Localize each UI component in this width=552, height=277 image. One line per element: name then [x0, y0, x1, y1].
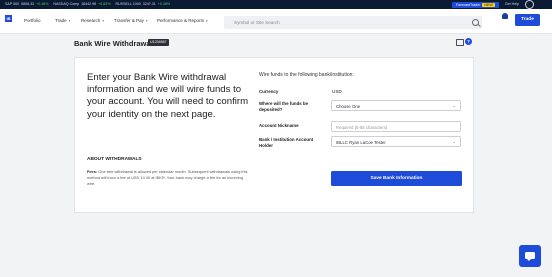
fees-label: Fees: — [87, 169, 98, 174]
currency-value: USD — [332, 89, 342, 94]
print-icon[interactable] — [456, 39, 464, 46]
search-icon — [472, 19, 479, 26]
withdrawal-card: Enter your Bank Wire withdrawal informat… — [74, 57, 474, 213]
chevron-down-icon: ⌄ — [452, 103, 456, 108]
get-help-link[interactable]: Get Help — [505, 0, 519, 9]
fees-text: One free withdrawal is allowed per calen… — [87, 169, 248, 187]
save-bank-information-button[interactable]: Save Bank Information — [331, 171, 462, 186]
account-badge: U1234567 — [148, 39, 169, 46]
trade-button[interactable]: Trade — [515, 14, 540, 26]
ticker-item[interactable]: S&P 500 5808.33 +0.48% — [5, 0, 48, 9]
ticker-change: +0.83% — [98, 2, 111, 6]
forecast-trader-button[interactable]: ForecastTrader NEW — [451, 1, 499, 8]
form-heading: Wire funds to the following bank/institu… — [259, 72, 354, 78]
nav-item-label: Performance & Reports — [157, 18, 205, 23]
nav-item-transfer-pay[interactable]: Transfer & Pay ▾ — [114, 18, 148, 23]
ticker-value: 18442.98 — [81, 2, 97, 6]
chevron-down-icon: ⌄ — [452, 139, 456, 144]
account-holder-value: IBLLC Ryan LaCoe Tester — [336, 139, 386, 145]
ticker-change: +0.48% — [157, 2, 171, 6]
page-title: Bank Wire Withdrawal — [74, 39, 153, 48]
help-icon[interactable]: ? — [465, 38, 472, 45]
chevron-down-icon: ▾ — [206, 18, 208, 23]
market-ticker-bar: S&P 500 5808.33 +0.48% NASDAQ Comp 18442… — [0, 0, 552, 9]
bell-icon[interactable] — [502, 13, 508, 19]
new-badge: NEW — [482, 2, 495, 7]
chat-bubble-icon — [525, 252, 535, 261]
nav-item-research[interactable]: Research ▾ — [81, 18, 104, 23]
deposit-select[interactable]: Choose One ⌄ — [331, 100, 461, 111]
forecast-trader-label: ForecastTrader — [455, 2, 481, 7]
nav-item-label: Research — [81, 18, 101, 23]
chevron-down-icon: ▾ — [102, 18, 105, 23]
main-nav: IB Portfolio Trade ▾ Research ▾ Transfer… — [0, 9, 552, 34]
intro-text: Enter your Bank Wire withdrawal informat… — [87, 72, 249, 120]
user-icon[interactable] — [525, 0, 534, 9]
fees-note: Fees: One free withdrawal is allowed per… — [87, 169, 252, 188]
holder-label: Bank / Institution Account Holder — [259, 137, 314, 148]
search-placeholder: Symbol or Site Search — [234, 20, 280, 25]
brand-logo[interactable]: IB — [5, 15, 12, 22]
nav-item-performance-reports[interactable]: Performance & Reports ▾ — [157, 18, 208, 23]
chevron-down-icon: ▾ — [68, 18, 71, 23]
nav-item-label: Trade — [55, 18, 67, 23]
account-holder-select[interactable]: IBLLC Ryan LaCoe Tester ⌄ — [331, 136, 461, 147]
chat-button[interactable] — [519, 245, 541, 267]
ticker-item[interactable]: NASDAQ Comp 18442.98 +0.83% — [53, 0, 110, 9]
account-nickname-input[interactable]: Required (5-55 characters) — [331, 121, 461, 132]
ticker-item[interactable]: RUSSELL 1000 3247.31 +0.48% — [115, 0, 170, 9]
chevron-down-icon: ▾ — [145, 18, 148, 23]
nav-item-label: Portfolio — [24, 18, 41, 23]
ticker-name: NASDAQ Comp — [53, 2, 80, 6]
nav-item-label: Transfer & Pay — [114, 18, 144, 23]
nav-item-portfolio[interactable]: Portfolio — [24, 18, 41, 23]
ticker-name: RUSSELL 1000 — [115, 2, 141, 6]
currency-label: Currency — [259, 89, 279, 94]
nickname-placeholder: Required (5-55 characters) — [336, 124, 388, 130]
deposit-label: Where will the funds be deposited? — [259, 101, 309, 112]
ticker-value: 3247.31 — [142, 2, 156, 6]
about-withdrawals-heading: ABOUT WITHDRAWALS — [87, 157, 142, 162]
nav-item-trade[interactable]: Trade ▾ — [55, 18, 70, 23]
ticker-name: S&P 500 — [5, 2, 20, 6]
deposit-select-value: Choose One — [336, 103, 361, 109]
ticker-value: 5808.33 — [21, 2, 35, 6]
ticker-change: +0.48% — [36, 2, 49, 6]
search-input[interactable]: Symbol or Site Search — [224, 16, 482, 29]
